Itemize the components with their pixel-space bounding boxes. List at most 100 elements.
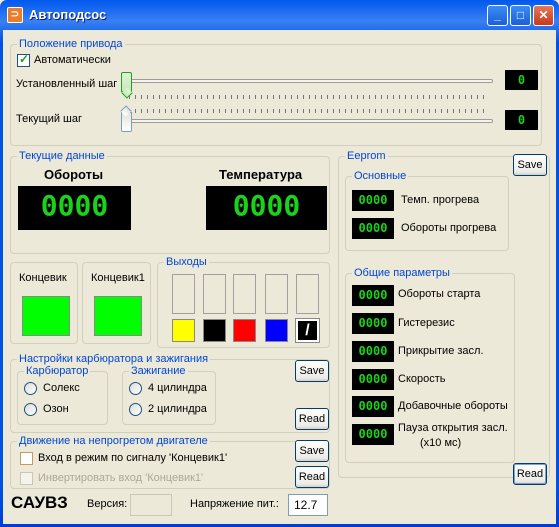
output-slot-3 xyxy=(233,274,256,314)
output-blue-indicator xyxy=(265,319,288,342)
close-button[interactable]: ✕ xyxy=(533,5,554,26)
ign-2cyl-radio[interactable] xyxy=(129,403,142,416)
outputs-legend: Выходы xyxy=(164,256,209,268)
invert-input-checkbox xyxy=(20,472,33,485)
limit-switch1-panel: Концевик1 xyxy=(82,262,151,344)
rpm-label: Обороты xyxy=(44,167,104,182)
warmup-temp-label: Темп. прогрева xyxy=(401,194,480,206)
limit-switch1-label: Концевик1 xyxy=(91,272,145,284)
carburetor-legend: Карбюратор xyxy=(24,365,91,377)
set-step-label: Установленный шаг xyxy=(16,78,118,90)
main-params-legend: Основные xyxy=(352,170,409,182)
ign-2cyl-label: 2 цилиндра xyxy=(148,403,207,415)
current-step-ticks xyxy=(129,109,489,113)
limit-switch-label: Концевик xyxy=(19,272,67,284)
output-slot-1 xyxy=(172,274,195,314)
main-params-group: Основные 0000 Темп. прогрева 0000 Оборот… xyxy=(345,170,509,251)
client-area: Положение привода Автоматически Установл… xyxy=(3,30,556,524)
limit-switch1-indicator xyxy=(94,296,142,336)
warmup-rpm-value[interactable]: 0000 xyxy=(352,218,394,239)
outputs-group: Выходы / xyxy=(157,256,330,348)
brand-label: САУВЗ xyxy=(11,493,68,512)
eeprom-save-button[interactable]: Save xyxy=(513,154,547,176)
drive-position-group: Положение привода Автоматически Установл… xyxy=(10,38,542,146)
minimize-button[interactable]: _ xyxy=(487,5,508,26)
current-step-label: Текущий шаг xyxy=(16,113,83,125)
output-yellow-indicator xyxy=(172,319,195,342)
hysteresis-label: Гистерезис xyxy=(398,317,455,329)
damper-pause-label: Пауза открытия засл. xyxy=(398,422,508,434)
general-params-legend: Общие параметры xyxy=(352,267,452,279)
output-slot-2 xyxy=(203,274,226,314)
pump-icon: ⊃ xyxy=(7,7,23,23)
hysteresis-value[interactable]: 0000 xyxy=(352,313,394,334)
carb-save-button[interactable]: Save xyxy=(295,360,329,382)
carburetor-group: Карбюратор Солекс Озон xyxy=(17,365,108,425)
drive-position-legend: Положение привода xyxy=(17,38,125,50)
limit-switch-panel: Концевик xyxy=(10,262,78,344)
enter-mode-checkbox[interactable] xyxy=(20,452,33,465)
current-step-track xyxy=(123,119,493,123)
start-rpm-label: Обороты старта xyxy=(398,288,481,300)
current-step-slider xyxy=(121,112,132,132)
cold-engine-group: Движение на непрогретом двигателе Вход в… xyxy=(10,435,330,489)
ignition-group: Зажигание 4 цилиндра 2 цилиндра xyxy=(122,365,216,425)
start-rpm-value[interactable]: 0000 xyxy=(352,285,394,306)
eeprom-legend: Eeprom xyxy=(345,150,388,162)
ignition-legend: Зажигание xyxy=(129,365,188,377)
damper-pause-value[interactable]: 0000 xyxy=(352,424,394,445)
limit-switch-indicator xyxy=(22,296,70,336)
version-field xyxy=(130,494,172,516)
output-black-indicator xyxy=(203,319,226,342)
output-toggle-indicator: / xyxy=(295,318,320,343)
ign-4cyl-radio[interactable] xyxy=(129,382,142,395)
temperature-label: Температура xyxy=(219,167,303,182)
damper-pause-unit: (x10 мс) xyxy=(420,437,462,449)
output-slot-4 xyxy=(265,274,288,314)
title-bar[interactable]: ⊃ Автоподсос _ □ ✕ xyxy=(3,0,556,30)
temperature-display: 0000 xyxy=(206,186,327,230)
output-red-indicator xyxy=(233,319,256,342)
carb-read-button[interactable]: Read xyxy=(295,408,329,430)
output-slot-5 xyxy=(296,274,319,314)
eeprom-read-button[interactable]: Read xyxy=(513,463,547,485)
enter-mode-label: Вход в режим по сигналу 'Концевик1' xyxy=(38,452,228,464)
general-params-group: Общие параметры 0000 Обороты старта 0000… xyxy=(345,267,515,463)
cold-save-button[interactable]: Save xyxy=(295,440,329,462)
warmup-rpm-label: Обороты прогрева xyxy=(401,222,497,234)
carb-ozon-label: Озон xyxy=(43,403,69,415)
carb-ignition-legend: Настройки карбюратора и зажигания xyxy=(17,353,211,365)
set-step-slider[interactable] xyxy=(121,72,132,92)
extra-rpm-label: Добавочные обороты xyxy=(398,400,508,412)
voltage-label: Напряжение пит.: xyxy=(190,498,279,510)
damper-close-label: Прикрытие засл. xyxy=(398,345,484,357)
invert-input-label: Инвертировать вход 'Концевик1' xyxy=(38,472,204,484)
rpm-display: 0000 xyxy=(18,186,131,230)
cold-read-button[interactable]: Read xyxy=(295,466,329,488)
warmup-temp-value[interactable]: 0000 xyxy=(352,190,394,211)
window-title: Автоподсос xyxy=(29,7,107,22)
current-data-group: Текущие данные Обороты 0000 Температура … xyxy=(10,150,330,254)
carb-solex-radio[interactable] xyxy=(24,382,37,395)
auto-checkbox[interactable] xyxy=(17,52,30,67)
version-label: Версия: xyxy=(87,498,128,510)
ign-4cyl-label: 4 цилиндра xyxy=(148,382,207,394)
speed-label: Скорость xyxy=(398,373,446,385)
speed-value[interactable]: 0000 xyxy=(352,369,394,390)
cold-engine-legend: Движение на непрогретом двигателе xyxy=(17,435,210,447)
extra-rpm-value[interactable]: 0000 xyxy=(352,396,394,417)
carb-ignition-group: Настройки карбюратора и зажигания Карбюр… xyxy=(10,353,330,433)
set-step-ticks xyxy=(129,95,489,99)
carb-ozon-radio[interactable] xyxy=(24,403,37,416)
damper-close-value[interactable]: 0000 xyxy=(352,341,394,362)
carb-solex-label: Солекс xyxy=(43,382,80,394)
set-step-value: 0 xyxy=(505,70,538,90)
maximize-button[interactable]: □ xyxy=(510,5,531,26)
eeprom-group: Eeprom Основные 0000 Темп. прогрева 0000… xyxy=(338,150,550,478)
voltage-field[interactable]: 12.7 xyxy=(288,494,328,516)
main-window: ⊃ Автоподсос _ □ ✕ Положение привода Авт… xyxy=(0,0,559,527)
set-step-track xyxy=(123,79,493,83)
auto-label: Автоматически xyxy=(34,54,111,66)
current-step-value: 0 xyxy=(505,110,538,130)
current-data-legend: Текущие данные xyxy=(17,150,107,162)
